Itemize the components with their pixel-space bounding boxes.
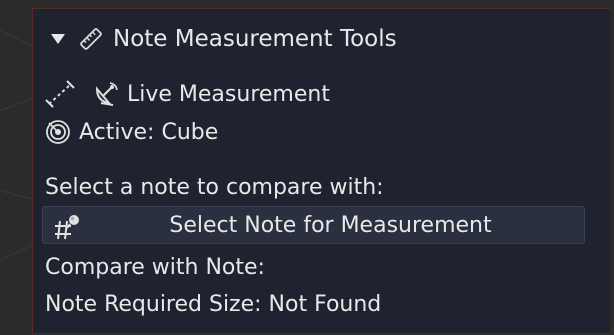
panel-title: Note Measurement Tools <box>113 26 397 52</box>
select-prompt-row: Select a note to compare with: <box>45 175 384 200</box>
compare-label: Compare with Note: <box>45 255 265 280</box>
live-measurement-label: Live Measurement <box>127 81 330 107</box>
triangle-down-icon[interactable] <box>51 34 65 44</box>
live-measurement-row[interactable]: Live Measurement <box>45 80 330 108</box>
panel-header[interactable]: Note Measurement Tools <box>51 25 397 53</box>
select-note-button-label: Select Note for Measurement <box>169 212 492 238</box>
background-line <box>0 30 37 48</box>
compare-row: Compare with Note: <box>45 255 265 280</box>
note-measurement-panel: Note Measurement Tools Live Measurement <box>32 8 610 334</box>
active-object-row: Active: Cube <box>45 119 218 145</box>
background-line <box>0 243 37 261</box>
select-prompt-label: Select a note to compare with: <box>45 175 384 200</box>
required-size-row: Note Required Size: Not Found <box>45 292 381 317</box>
active-object-label: Active: Cube <box>79 119 219 145</box>
select-note-button[interactable]: Select Note for Measurement <box>42 206 585 244</box>
target-icon <box>45 119 71 145</box>
pin-picker-icon <box>53 212 83 244</box>
measure-line-icon[interactable] <box>45 80 75 108</box>
ruler-icon <box>79 27 103 51</box>
satellite-dish-icon <box>93 81 119 107</box>
required-size-label: Note Required Size: Not Found <box>45 292 382 317</box>
